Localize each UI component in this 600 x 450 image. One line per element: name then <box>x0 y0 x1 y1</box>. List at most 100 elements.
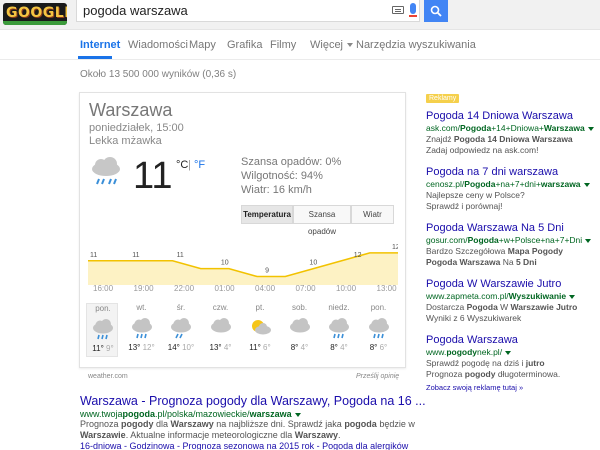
feedback-link[interactable]: Prześlij opinię <box>356 373 399 380</box>
chart-tick-label: 22:00 <box>174 284 195 293</box>
forecast-day[interactable]: sob. 8° 4° <box>284 303 316 357</box>
tab-news[interactable]: Wiadomości <box>128 39 188 51</box>
forecast-day-name: czw. <box>212 303 229 312</box>
ad-url[interactable]: ask.com/Pogoda+14+Dniowa+Warszawa <box>426 123 600 134</box>
unit-fahrenheit[interactable]: °F <box>194 159 205 171</box>
weather-condition: Lekka mżawka <box>89 135 162 147</box>
chart-point-label: 11 <box>132 252 139 259</box>
chevron-down-icon[interactable] <box>585 238 592 243</box>
ad-title[interactable]: Pogoda 14 Dniowa Warszawa <box>426 110 600 123</box>
tab-search-tools[interactable]: Narzędzia wyszukiwania <box>356 39 476 51</box>
chart-tick-label: 01:00 <box>214 284 235 293</box>
chart-point-label: 10 <box>221 260 229 267</box>
weather-city: Warszawa <box>89 100 173 120</box>
tab-temperature[interactable]: Temperatura <box>241 205 293 224</box>
forecast-high: 11° <box>249 343 261 352</box>
result-url[interactable]: www.twojapogoda.pl/polska/mazowieckie/wa… <box>80 409 301 419</box>
forecast-temps: 8° 6° <box>363 343 395 352</box>
forecast-day[interactable]: pt. 11° 6° <box>244 303 276 357</box>
forecast-day[interactable]: wt. 13° 12° <box>126 303 158 357</box>
showers-icon <box>171 318 191 339</box>
forecast-day-name: sob. <box>291 303 308 312</box>
chevron-down-icon[interactable] <box>583 182 590 187</box>
forecast-temps: 14° 10° <box>165 343 197 352</box>
ad-url-text: cenosz.pl/Pogoda+na+7+dni+warszawa <box>426 179 581 189</box>
rain-cloud-icon <box>329 318 349 339</box>
tab-internet[interactable]: Internet <box>80 39 120 51</box>
ad-url[interactable]: gosur.com/Pogoda+w+Polsce+na+7+Dni <box>426 235 600 246</box>
microphone-icon[interactable] <box>409 3 417 17</box>
result-snippet-1: Prognoza pogody dla Warszawy na najbliżs… <box>80 419 415 429</box>
weather-card: Warszawa poniedziałek, 15:00 Lekka mżawk… <box>79 92 406 368</box>
forecast-day-name: wt. <box>136 303 147 312</box>
result-url-text: www.twojapogoda.pl/polska/mazowieckie/wa… <box>80 409 292 419</box>
chart-tick-label: 13:00 <box>376 284 397 293</box>
chevron-down-icon[interactable] <box>294 412 301 417</box>
ad-title[interactable]: Pogoda Warszawa <box>426 334 600 347</box>
forecast-temps: 11° 9° <box>87 344 119 353</box>
ad-url[interactable]: www.pogodynek.pl/ <box>426 347 600 358</box>
result-sitelinks[interactable]: 16-dniowa - Godzinowa - Prognoza sezonow… <box>80 441 408 450</box>
search-input[interactable]: pogoda warszawa <box>83 3 188 18</box>
tab-wind[interactable]: Wiatr <box>351 205 394 224</box>
chart-point-label: 10 <box>309 260 317 267</box>
google-logo[interactable]: GOOGLE <box>3 3 67 25</box>
unit-celsius[interactable]: °C <box>176 159 188 171</box>
ad-title[interactable]: Pogoda Warszawa Na 5 Dni <box>426 222 600 235</box>
partly-sunny-icon <box>252 320 271 335</box>
tab-precipitation[interactable]: Szansa opadów <box>293 205 351 236</box>
forecast-day-name: niedz. <box>328 303 350 312</box>
ad-item: Pogoda na 7 dni warszawa cenosz.pl/Pogoda… <box>426 166 600 212</box>
forecast-day-name: śr. <box>176 303 186 312</box>
forecast-high: 11° <box>92 344 104 353</box>
result-title[interactable]: Warszawa - Prognoza pogody dla Warszawy,… <box>80 394 426 408</box>
top-bar: GOOGLE pogoda warszawa <box>0 0 600 30</box>
forecast-low: 4° <box>340 343 348 352</box>
search-button[interactable] <box>424 0 448 22</box>
forecast-low: 4° <box>223 343 232 352</box>
ad-item: Pogoda Warszawa www.pogodynek.pl/Sprawdź … <box>426 334 600 380</box>
keyboard-icon[interactable] <box>392 6 404 14</box>
ad-title[interactable]: Pogoda na 7 dni warszawa <box>426 166 600 179</box>
tab-images[interactable]: Grafika <box>227 39 262 51</box>
rain-cloud-icon <box>131 318 152 339</box>
wind-speed: Wiatr: 16 km/h <box>241 184 312 196</box>
forecast-temps: 8° 4° <box>284 343 316 352</box>
chart-tick-label: 04:00 <box>255 284 276 293</box>
ad-description: Sprawdź i porównaj! <box>426 201 503 211</box>
forecast-day[interactable]: pon. 8° 6° <box>363 303 395 357</box>
ad-url[interactable]: cenosz.pl/Pogoda+na+7+dni+warszawa <box>426 179 600 190</box>
ad-item: Pogoda W Warszawie Jutro www.zapmeta.com.… <box>426 278 600 324</box>
weather-source[interactable]: weather.com <box>88 373 128 380</box>
tab-maps[interactable]: Mapy <box>189 39 216 51</box>
forecast-day[interactable]: pon. 11° 9° <box>86 303 118 357</box>
forecast-temps: 11° 6° <box>244 343 276 352</box>
logo-grass <box>3 21 67 25</box>
forecast-high: 8° <box>330 343 338 352</box>
chart-tick-label: 19:00 <box>133 284 154 293</box>
chevron-down-icon[interactable] <box>587 126 594 131</box>
forecast-day[interactable]: śr. 14° 10° <box>165 303 197 357</box>
forecast-high: 14° <box>167 343 180 352</box>
tab-videos[interactable]: Filmy <box>270 39 296 51</box>
forecast-day[interactable]: niedz. 8° 4° <box>323 303 355 357</box>
ad-url[interactable]: www.zapmeta.com.pl/Wyszukiwanie <box>426 291 600 302</box>
forecast-high: 8° <box>290 343 299 352</box>
weather-date: poniedziałek, 15:00 <box>89 122 184 134</box>
drizzle-icon <box>92 157 120 185</box>
forecast-day[interactable]: czw. 13° 4° <box>205 303 237 357</box>
ad-description: Prognoza pogody długoterminowa. <box>426 369 561 379</box>
chevron-down-icon[interactable] <box>505 350 512 355</box>
chart-tick-label: 07:00 <box>295 284 316 293</box>
ad-description: Sprawdź pogodę na dziś i jutro <box>426 358 545 368</box>
forecast-high: 13° <box>209 343 222 352</box>
forecast-low: 10° <box>182 343 195 352</box>
search-box[interactable]: pogoda warszawa <box>76 0 420 22</box>
ads-footer-link[interactable]: Zobacz swoją reklamę tutaj » <box>426 383 523 392</box>
ad-title[interactable]: Pogoda W Warszawie Jutro <box>426 278 600 291</box>
chevron-down-icon[interactable] <box>569 294 576 299</box>
forecast-low: 9° <box>106 344 114 353</box>
tab-more[interactable]: Więcej <box>310 39 354 51</box>
result-stats: Około 13 500 000 wyników (0,36 s) <box>80 69 237 80</box>
forecast-low: 6° <box>263 343 271 352</box>
